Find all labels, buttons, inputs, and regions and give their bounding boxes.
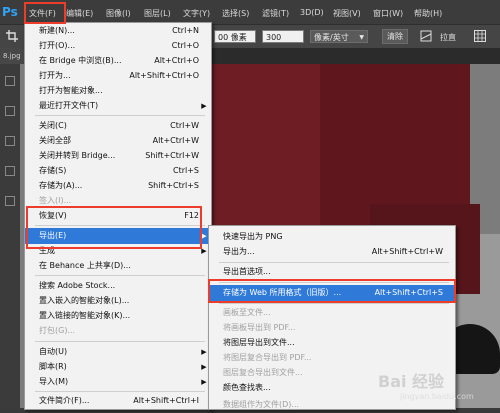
menu-item-share-behance[interactable]: 在 Behance 上共享(D)... <box>25 258 211 274</box>
submenu-arrow-icon: ▶ <box>201 247 207 255</box>
tool-strip <box>0 64 20 408</box>
menu-divider <box>35 225 205 226</box>
menu-divider <box>219 262 449 263</box>
menu-divider <box>35 341 205 342</box>
menu-item-layer-comps-to-pdf[interactable]: 将图层复合导出到 PDF... <box>209 350 455 366</box>
submenu-arrow-icon: ▶ <box>201 348 207 356</box>
menu-type[interactable]: 文字(Y) <box>183 8 210 19</box>
menu-item-package[interactable]: 打包(G)... <box>25 323 211 339</box>
menu-item-artboards-to-files[interactable]: 画板至文件... <box>209 305 455 321</box>
watermark: Bai 经验 <box>378 372 445 391</box>
menu-item-file-info[interactable]: 文件简介(F)... Alt+Shift+Ctrl+I <box>25 393 211 409</box>
menu-item-export-as[interactable]: 导出为... Alt+Shift+Ctrl+W <box>209 244 455 260</box>
menu-item-place-embedded[interactable]: 置入嵌入的智能对象(L)... <box>25 293 211 309</box>
menu-image[interactable]: 图像(I) <box>106 8 131 19</box>
menu-item-generate[interactable]: 生成 ▶ <box>25 243 211 259</box>
unit-select-label: 像素/英寸 <box>314 33 349 42</box>
menu-item-open-as[interactable]: 打开为... Alt+Shift+Ctrl+O <box>25 68 211 84</box>
menu-item-automate[interactable]: 自动(U) ▶ <box>25 344 211 360</box>
menu-divider <box>219 303 449 304</box>
chevron-down-icon: ▼ <box>359 34 364 41</box>
menu-divider <box>35 115 205 116</box>
menu-item-new[interactable]: 新建(N)... Ctrl+N <box>25 23 211 39</box>
photoshop-logo: Ps <box>2 5 18 19</box>
menu-item-artboards-to-pdf[interactable]: 将画板导出到 PDF... <box>209 320 455 336</box>
grid-overlay-icon[interactable] <box>474 30 486 42</box>
menu-help[interactable]: 帮助(H) <box>414 8 442 19</box>
menu-filter[interactable]: 滤镜(T) <box>262 8 289 19</box>
menu-item-recent[interactable]: 最近打开文件(T) ▶ <box>25 98 211 114</box>
menu-item-close-go-bridge[interactable]: 关闭并转到 Bridge... Shift+Ctrl+W <box>25 148 211 164</box>
submenu-arrow-icon: ▶ <box>201 378 207 386</box>
menu-item-check-in[interactable]: 签入(I)... <box>25 193 211 209</box>
tool-icon[interactable] <box>5 76 15 86</box>
menu-item-layers-to-files[interactable]: 将图层导出到文件... <box>209 335 455 351</box>
watermark-url: jingyan.baidu.com <box>400 392 474 401</box>
menu-item-save[interactable]: 存储(S) Ctrl+S <box>25 163 211 179</box>
menu-item-adobe-stock[interactable]: 搜索 Adobe Stock... <box>25 278 211 294</box>
menu-item-open-smart-object[interactable]: 打开为智能对象... <box>25 83 211 99</box>
menu-item-close-all[interactable]: 关闭全部 Alt+Ctrl+W <box>25 133 211 149</box>
submenu-arrow-icon: ▶ <box>201 232 207 240</box>
resolution-field[interactable]: 300 <box>262 30 304 43</box>
menu-item-open[interactable]: 打开(O)... Ctrl+O <box>25 38 211 54</box>
menu-item-save-for-web[interactable]: 存储为 Web 所用格式（旧版）... Alt+Shift+Ctrl+S <box>209 285 455 301</box>
straighten-icon[interactable] <box>420 30 432 42</box>
submenu-arrow-icon: ▶ <box>201 363 207 371</box>
menu-item-place-linked[interactable]: 置入链接的智能对象(K)... <box>25 308 211 324</box>
menu-item-export[interactable]: 导出(E) ▶ <box>25 228 211 244</box>
menu-bar: Ps 文件(F) 编辑(E) 图像(I) 图层(L) 文字(Y) 选择(S) 滤… <box>0 0 500 24</box>
menu-3d[interactable]: 3D(D) <box>300 8 324 17</box>
menu-item-browse-bridge[interactable]: 在 Bridge 中浏览(B)... Alt+Ctrl+O <box>25 53 211 69</box>
menu-item-export-preferences[interactable]: 导出首选项... <box>209 264 455 280</box>
menu-window[interactable]: 窗口(W) <box>373 8 403 19</box>
menu-divider <box>35 275 205 276</box>
menu-layer[interactable]: 图层(L) <box>144 8 171 19</box>
menu-item-scripts[interactable]: 脚本(R) ▶ <box>25 359 211 375</box>
menu-select[interactable]: 选择(S) <box>222 8 249 19</box>
menu-item-revert[interactable]: 恢复(V) F12 <box>25 208 211 224</box>
menu-edit[interactable]: 编辑(E) <box>66 8 93 19</box>
submenu-arrow-icon: ▶ <box>201 102 207 110</box>
menu-item-save-as[interactable]: 存储为(A)... Shift+Ctrl+S <box>25 178 211 194</box>
menu-divider <box>219 282 449 283</box>
menu-view[interactable]: 视图(V) <box>333 8 361 19</box>
menu-divider <box>35 391 205 392</box>
menu-item-import[interactable]: 导入(M) ▶ <box>25 374 211 390</box>
menu-item-quick-export-png[interactable]: 快速导出为 PNG <box>209 229 455 245</box>
straighten-label: 拉直 <box>440 33 456 42</box>
tool-icon[interactable] <box>5 166 15 176</box>
tool-icon[interactable] <box>5 106 15 116</box>
menu-file[interactable]: 文件(F) <box>29 8 56 19</box>
tool-icon[interactable] <box>5 136 15 146</box>
tool-icon[interactable] <box>5 196 15 206</box>
menu-item-close[interactable]: 关闭(C) Ctrl+W <box>25 118 211 134</box>
unit-select[interactable]: 像素/英寸 ▼ <box>310 30 368 43</box>
crop-icon[interactable] <box>6 30 18 42</box>
width-field[interactable]: 00 像素 <box>214 30 256 43</box>
file-menu: 新建(N)... Ctrl+N 打开(O)... Ctrl+O 在 Bridge 中… <box>24 22 212 410</box>
clear-button[interactable]: 清除 <box>382 29 408 44</box>
